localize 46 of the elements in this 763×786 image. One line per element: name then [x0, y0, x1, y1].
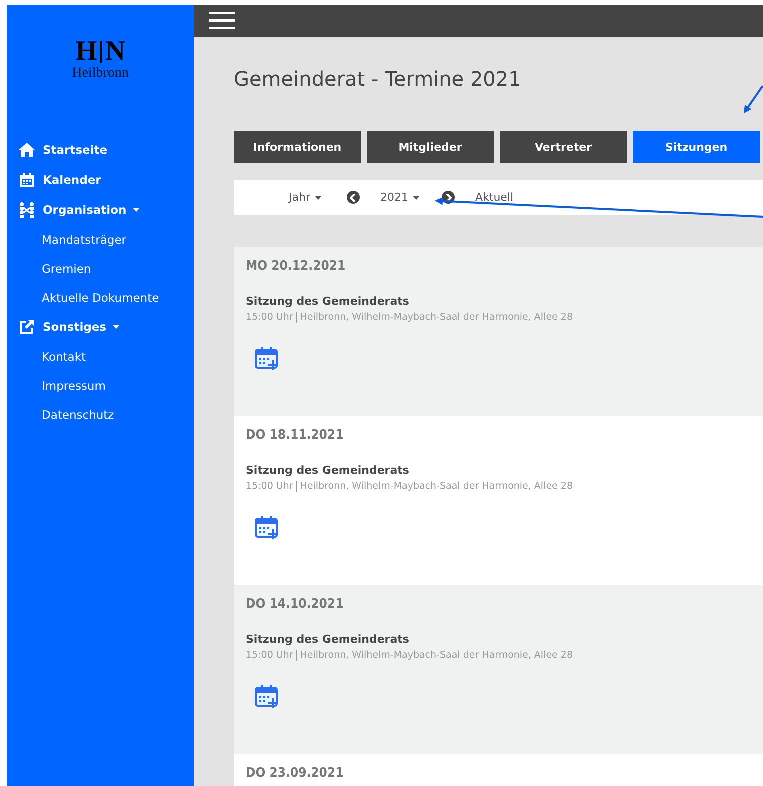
previous-button[interactable] — [347, 191, 360, 204]
tab[interactable]: Sitzungen — [633, 131, 760, 163]
people-icon — [19, 202, 35, 218]
annotation-arrow — [744, 85, 763, 114]
period-dropdown[interactable]: Jahr — [289, 191, 322, 204]
tab[interactable]: Vertreter — [500, 131, 627, 163]
page-title: Gemeinderat - Termine 2021 — [234, 66, 522, 93]
event-title[interactable]: Sitzung des Gemeinderats — [246, 295, 763, 308]
tab[interactable]: Informationen — [234, 131, 361, 163]
year-dropdown[interactable]: 2021 — [380, 191, 420, 204]
event-details: 15:00 Uhr Heilbronn, Wilhelm-Maybach-Saal der Harmonie, Allee 28 — [246, 481, 574, 492]
current-link[interactable]: Aktuell — [475, 191, 514, 204]
event-details: 15:00 Uhr Heilbronn, Wilhelm-Maybach-Saal der Harmonie, Allee 28 — [246, 650, 574, 661]
calendar-icon — [19, 172, 35, 188]
logo-letter: N — [105, 38, 126, 66]
logo-city-name: Heilbronn — [72, 66, 129, 82]
event-date: MO 20.12.2021 — [246, 259, 347, 275]
add-to-calendar-icon[interactable] — [255, 516, 279, 540]
add-to-calendar-icon[interactable] — [255, 347, 279, 371]
event-date: DO 14.10.2021 — [246, 597, 345, 613]
event-title[interactable]: Sitzung des Gemeinderats — [246, 633, 763, 646]
nav-subitem[interactable]: Gremien — [7, 254, 194, 283]
nav-subitem[interactable]: Aktuelle Dokumente — [7, 283, 194, 312]
nav-item[interactable]: Sonstiges — [7, 312, 194, 342]
menu-icon[interactable] — [209, 11, 235, 31]
chevron-left-icon — [350, 194, 358, 202]
event-title[interactable]: Sitzung des Gemeinderats — [246, 464, 763, 477]
caret-icon — [413, 196, 420, 200]
logo-letter: H — [75, 38, 98, 66]
event-date: DO 18.11.2021 — [246, 428, 345, 444]
caret-icon — [315, 196, 322, 200]
event-date: DO 23.09.2021 — [246, 766, 345, 782]
home-icon — [19, 142, 35, 158]
tab[interactable]: Mitglieder — [367, 131, 494, 163]
add-to-calendar-icon[interactable] — [255, 685, 279, 709]
nav-subitem[interactable]: Mandatsträger — [7, 225, 194, 254]
logo-divider — [100, 41, 102, 63]
nav-subitem[interactable]: Impressum — [7, 371, 194, 400]
nav-subitem[interactable]: Kontakt — [7, 342, 194, 371]
external-link-icon — [19, 319, 35, 335]
chevron-right-icon — [445, 194, 452, 202]
nav-item[interactable]: Kalender — [7, 165, 194, 195]
nav-item[interactable]: Startseite — [7, 135, 194, 165]
nav-item[interactable]: Organisation — [7, 195, 194, 225]
event-details: 15:00 Uhr Heilbronn, Wilhelm-Maybach-Saal der Harmonie, Allee 28 — [246, 312, 574, 323]
nav-subitem[interactable]: Datenschutz — [7, 400, 194, 429]
